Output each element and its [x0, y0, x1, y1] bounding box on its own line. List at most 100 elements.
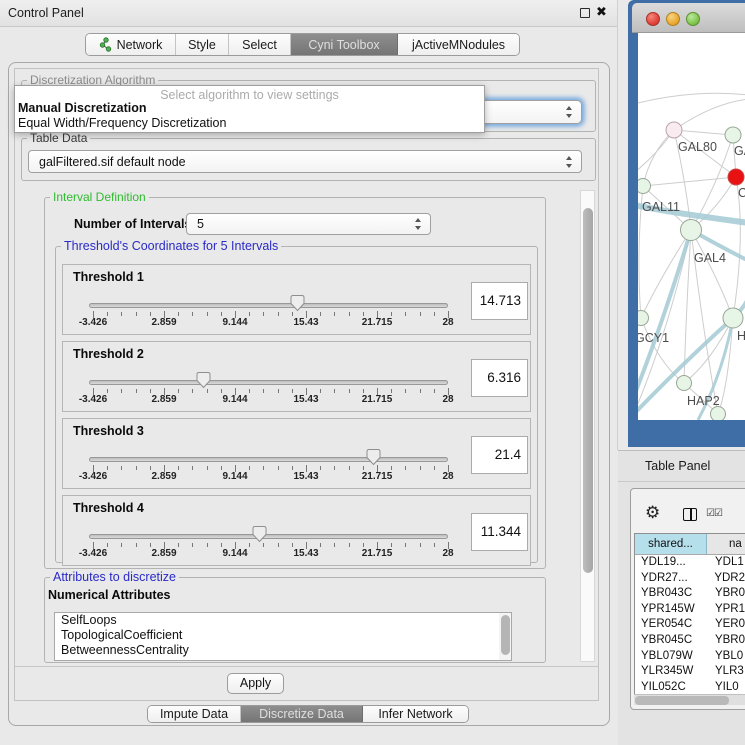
cell-name: YIL0 — [707, 680, 739, 696]
network-node[interactable] — [728, 169, 744, 185]
tick-mark — [150, 389, 151, 393]
minimize-traffic-light-icon[interactable] — [666, 12, 680, 26]
tick-mark — [121, 466, 122, 470]
attributes-scrollbar-thumb[interactable] — [501, 615, 510, 655]
tick-mark — [405, 543, 406, 547]
cell-name: YBL0 — [707, 649, 743, 665]
network-canvas[interactable]: GAL80GACGAL11GAL4GCY1HHAP2 — [638, 33, 745, 420]
tick-label: -3.426 — [68, 394, 118, 405]
threshold-4-slider-track[interactable] — [89, 534, 448, 539]
network-node[interactable] — [711, 407, 726, 421]
attribute-item-topologicalcoefficient[interactable]: TopologicalCoefficient — [55, 628, 511, 643]
columns-icon[interactable] — [683, 508, 697, 521]
tab-impute-data[interactable]: Impute Data — [148, 706, 241, 722]
network-window-titlebar[interactable] — [632, 3, 745, 33]
threshold-2-value-field[interactable]: 6.316 — [471, 359, 528, 397]
tick-mark — [150, 312, 151, 316]
table-hscrollbar-track[interactable] — [634, 694, 745, 705]
threshold-3-slider-thumb[interactable] — [365, 448, 382, 466]
threshold-2-slider-track[interactable] — [89, 380, 448, 385]
tab-jactivemnodules[interactable]: jActiveMNodules — [398, 34, 519, 55]
tab-style[interactable]: Style — [176, 34, 229, 55]
network-node-label: GA — [734, 144, 745, 158]
tick-mark — [434, 543, 435, 547]
table-header-name[interactable]: na — [707, 534, 745, 554]
table-row[interactable]: YPR145WYPR1 — [635, 602, 745, 618]
close-icon[interactable]: ✖ — [596, 4, 607, 20]
tick-mark — [434, 389, 435, 393]
network-edge[interactable] — [674, 99, 745, 130]
gear-icon[interactable]: ⚙ — [645, 503, 660, 523]
settings-scrollbar-thumb[interactable] — [583, 208, 593, 573]
tick-mark — [221, 312, 222, 316]
threshold-4-value-field[interactable]: 11.344 — [471, 513, 528, 551]
network-node[interactable] — [677, 376, 692, 391]
tab-discretize-data[interactable]: Discretize Data — [241, 706, 363, 722]
table-row[interactable]: YLR345WYLR3 — [635, 664, 745, 680]
tick-mark — [349, 466, 350, 470]
network-edge[interactable] — [643, 177, 736, 186]
attribute-item-betweennesscentrality[interactable]: BetweennessCentrality — [55, 643, 511, 658]
popup-item-equal-width[interactable]: Equal Width/Frequency Discretization — [15, 116, 484, 131]
tick-mark — [121, 312, 122, 316]
tick-mark — [363, 389, 364, 393]
attributes-list[interactable]: SelfLoopsTopologicalCoefficientBetweenne… — [54, 612, 512, 661]
attribute-item-selfloops[interactable]: SelfLoops — [55, 613, 511, 628]
threshold-1-slider-thumb[interactable] — [289, 294, 306, 312]
network-edge[interactable] — [643, 130, 674, 186]
table-row[interactable]: YDL19...YDL1 — [635, 555, 745, 571]
table-row[interactable]: YER054CYER0 — [635, 617, 745, 633]
network-edge[interactable] — [641, 318, 684, 383]
cell-name: YBR0 — [707, 633, 745, 649]
table-row[interactable]: YBR045CYBR0 — [635, 633, 745, 649]
threshold-1-value-field[interactable]: 14.713 — [471, 282, 528, 320]
tick-label: 28 — [423, 394, 473, 405]
tick-label: 21.715 — [352, 394, 402, 405]
apply-button[interactable]: Apply — [227, 673, 284, 694]
network-node-label: HAP2 — [687, 394, 720, 408]
table-row[interactable]: YBL079WYBL0 — [635, 649, 745, 665]
tick-mark — [420, 466, 421, 470]
table-row[interactable]: YDR27...YDR2 — [635, 571, 745, 587]
threshold-1-slider-track[interactable] — [89, 303, 448, 308]
network-edge[interactable] — [638, 93, 745, 104]
cell-shared-name: YBR045C — [635, 633, 707, 649]
threshold-4-slider-thumb[interactable] — [251, 525, 268, 543]
tab-select[interactable]: Select — [229, 34, 291, 55]
tick-mark — [136, 466, 137, 470]
threshold-2-slider-thumb[interactable] — [195, 371, 212, 389]
threshold-3-slider-track[interactable] — [89, 457, 448, 462]
select-columns-icon[interactable]: ☑☑ — [706, 508, 722, 519]
table-row[interactable]: YIL052CYIL0 — [635, 680, 745, 696]
popup-item-manual[interactable]: Manual Discretization — [15, 101, 484, 116]
tab-cyni-toolbox[interactable]: Cyni Toolbox — [291, 34, 398, 55]
zoom-traffic-light-icon[interactable] — [686, 12, 700, 26]
network-node[interactable] — [638, 179, 651, 194]
tab-network[interactable]: Network — [86, 34, 176, 55]
tick-mark — [263, 543, 264, 547]
tick-mark — [391, 389, 392, 393]
threshold-3-value-field[interactable]: 21.4 — [471, 436, 528, 474]
tick-label: 2.859 — [139, 394, 189, 405]
table-data-combobox[interactable]: galFiltered.sif default node — [28, 150, 582, 173]
table-hscrollbar-thumb[interactable] — [635, 696, 729, 705]
network-edge[interactable] — [674, 130, 733, 135]
network-node[interactable] — [681, 220, 702, 241]
network-node-label: C — [738, 186, 745, 200]
tab-infer-network[interactable]: Infer Network — [363, 706, 468, 722]
tick-mark — [391, 312, 392, 316]
tick-mark — [150, 466, 151, 470]
table-data-value: galFiltered.sif default node — [39, 155, 186, 169]
tick-mark — [221, 543, 222, 547]
tick-mark — [136, 389, 137, 393]
network-node[interactable] — [666, 122, 682, 138]
network-node[interactable] — [638, 311, 649, 326]
tick-label: 2.859 — [139, 317, 189, 328]
table-row[interactable]: YBR043CYBR0 — [635, 586, 745, 602]
table-header-shared-name[interactable]: shared... — [635, 534, 707, 554]
network-node[interactable] — [725, 127, 741, 143]
num-intervals-combobox[interactable]: 5 — [186, 213, 431, 235]
network-node[interactable] — [723, 308, 743, 328]
close-traffic-light-icon[interactable] — [646, 12, 660, 26]
float-window-icon[interactable] — [580, 8, 590, 18]
